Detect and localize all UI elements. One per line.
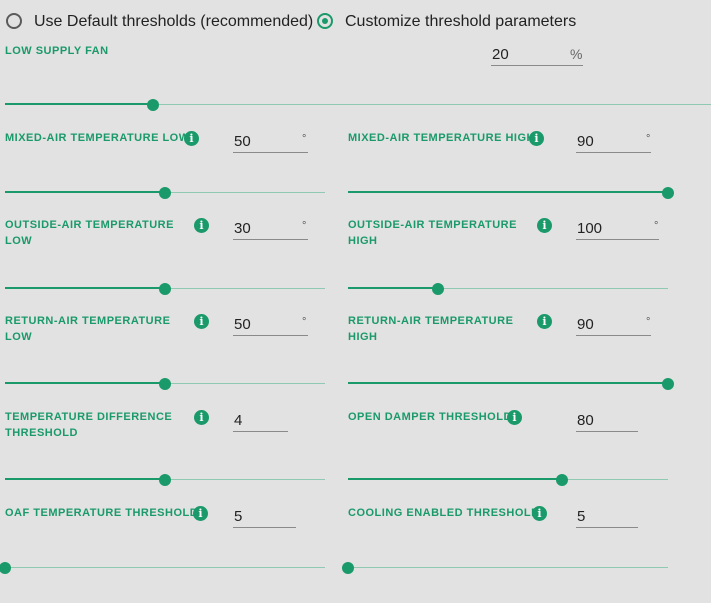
oat-low-slider-fill <box>5 287 165 289</box>
rat-high-unit: ° <box>646 316 651 328</box>
rat-low-unit: ° <box>302 316 307 328</box>
customize-thresholds-radio[interactable] <box>317 13 333 29</box>
info-icon[interactable]: i <box>537 218 552 233</box>
oat-low-label-line: LOW <box>5 235 33 247</box>
oat-high-unit: ° <box>654 220 659 232</box>
open-damper-label: OPEN DAMPER THRESHOLD <box>348 409 512 425</box>
low-supply-fan-label: LOW SUPPLY FAN <box>5 45 109 57</box>
open-damper-slider-thumb[interactable] <box>556 474 568 486</box>
mat-high-label-line: MIXED-AIR TEMPERATURE HIGH <box>348 132 535 144</box>
oat-low-unit: ° <box>302 220 307 232</box>
oat-high-label-line: HIGH <box>348 235 378 247</box>
info-icon[interactable]: i <box>529 131 544 146</box>
open-damper-input[interactable] <box>576 410 638 432</box>
customize-thresholds-label[interactable]: Customize threshold parameters <box>345 13 576 31</box>
default-thresholds-radio[interactable] <box>6 13 22 29</box>
cooling-enabled-label: COOLING ENABLED THRESHOLD <box>348 505 540 521</box>
info-icon[interactable]: i <box>532 506 547 521</box>
info-icon[interactable]: i <box>507 410 522 425</box>
oat-high-slider-thumb[interactable] <box>432 283 444 295</box>
info-icon[interactable]: i <box>184 131 199 146</box>
open-damper-label-line: OPEN DAMPER THRESHOLD <box>348 411 512 423</box>
oat-low-slider-thumb[interactable] <box>159 283 171 295</box>
mat-high-label: MIXED-AIR TEMPERATURE HIGH <box>348 130 535 146</box>
info-icon[interactable]: i <box>193 506 208 521</box>
temp-diff-slider-thumb[interactable] <box>159 474 171 486</box>
temp-diff-label: TEMPERATURE DIFFERENCE THRESHOLD <box>5 409 172 441</box>
low-supply-fan-slider-thumb[interactable] <box>147 99 159 111</box>
mat-low-label-line: MIXED-AIR TEMPERATURE LOW <box>5 132 190 144</box>
oat-low-label-line: OUTSIDE-AIR TEMPERATURE <box>5 219 174 231</box>
temp-diff-label-line: TEMPERATURE DIFFERENCE <box>5 411 173 423</box>
mat-low-slider-fill <box>5 191 165 193</box>
mat-low-slider-thumb[interactable] <box>159 187 171 199</box>
info-icon[interactable]: i <box>194 314 209 329</box>
oaf-temp-slider-thumb[interactable] <box>0 562 11 574</box>
temp-diff-input[interactable] <box>233 410 288 432</box>
cooling-enabled-label-line: COOLING ENABLED THRESHOLD <box>348 507 540 519</box>
rat-high-label-line: HIGH <box>348 331 378 343</box>
oat-high-label-line: OUTSIDE-AIR TEMPERATURE <box>348 219 517 231</box>
rat-high-slider-fill <box>348 382 668 384</box>
cooling-enabled-slider-track[interactable] <box>348 567 668 568</box>
temp-diff-label-line: THRESHOLD <box>5 427 78 439</box>
rat-low-input[interactable] <box>233 314 308 336</box>
open-damper-slider-fill <box>348 478 562 480</box>
rat-high-slider-thumb[interactable] <box>662 378 674 390</box>
oat-low-input[interactable] <box>233 218 308 240</box>
mat-high-slider-thumb[interactable] <box>662 187 674 199</box>
oaf-temp-label-line: OAF TEMPERATURE THRESHOLD <box>5 507 199 519</box>
oat-low-label: OUTSIDE-AIR TEMPERATURE LOW <box>5 217 174 249</box>
cooling-enabled-slider-thumb[interactable] <box>342 562 354 574</box>
default-thresholds-label[interactable]: Use Default thresholds (recommended) <box>34 13 313 31</box>
rat-low-label-line: LOW <box>5 331 33 343</box>
mat-low-label: MIXED-AIR TEMPERATURE LOW <box>5 130 190 146</box>
rat-low-slider-thumb[interactable] <box>159 378 171 390</box>
info-icon[interactable]: i <box>194 410 209 425</box>
rat-high-label-line: RETURN-AIR TEMPERATURE <box>348 315 514 327</box>
info-icon[interactable]: i <box>537 314 552 329</box>
mat-high-unit: ° <box>646 133 651 145</box>
oaf-temp-label: OAF TEMPERATURE THRESHOLD <box>5 505 198 521</box>
mat-low-input[interactable] <box>233 131 308 153</box>
rat-low-label: RETURN-AIR TEMPERATURE LOW <box>5 313 170 345</box>
rat-low-slider-fill <box>5 382 165 384</box>
mat-high-input[interactable] <box>576 131 651 153</box>
oaf-temp-slider-track[interactable] <box>5 567 325 568</box>
oat-high-label: OUTSIDE-AIR TEMPERATURE HIGH <box>348 217 517 249</box>
temp-diff-slider-fill <box>5 478 165 480</box>
info-icon[interactable]: i <box>194 218 209 233</box>
oat-high-input[interactable] <box>576 218 659 240</box>
oaf-temp-input[interactable] <box>233 506 296 528</box>
mat-high-slider-fill <box>348 191 668 193</box>
mat-low-unit: ° <box>302 133 307 145</box>
cooling-enabled-input[interactable] <box>576 506 638 528</box>
rat-high-input[interactable] <box>576 314 651 336</box>
percent-unit: % <box>570 46 583 62</box>
oat-high-slider-fill <box>348 287 438 289</box>
rat-low-label-line: RETURN-AIR TEMPERATURE <box>5 315 171 327</box>
low-supply-fan-slider-fill <box>5 103 153 105</box>
rat-high-label: RETURN-AIR TEMPERATURE HIGH <box>348 313 513 345</box>
